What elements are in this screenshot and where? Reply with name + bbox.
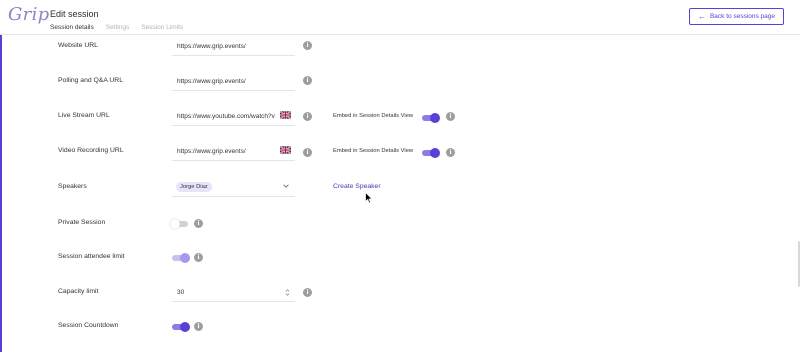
info-icon[interactable]: i xyxy=(446,148,455,157)
capacity-limit-value: 30 xyxy=(177,289,185,296)
attendee-limit-label: Session attendee limit xyxy=(58,253,125,260)
speakers-row: Speakers Jorge Diaz Create Speaker xyxy=(0,178,800,198)
session-countdown-toggle[interactable] xyxy=(172,322,190,332)
live-stream-url-input[interactable]: https://www.youtube.com/watch?v xyxy=(172,107,295,126)
mouse-cursor-icon xyxy=(365,192,373,204)
attendee-limit-toggle[interactable] xyxy=(172,253,190,263)
polling-url-input[interactable]: https://www.grip.events/ xyxy=(172,72,295,91)
website-url-row: Website URL https://www.grip.events/ i xyxy=(0,37,800,57)
private-session-label: Private Session xyxy=(58,219,106,226)
embed-video-recording-toggle[interactable] xyxy=(422,148,440,158)
toggle-knob xyxy=(180,322,190,332)
info-icon[interactable]: i xyxy=(303,76,312,85)
uk-flag-icon xyxy=(280,111,291,119)
info-icon[interactable]: i xyxy=(303,112,312,121)
info-icon[interactable]: i xyxy=(194,219,203,228)
info-icon[interactable]: i xyxy=(303,148,312,157)
embed-live-stream-toggle[interactable] xyxy=(422,113,440,123)
number-stepper-icon[interactable] xyxy=(285,288,290,297)
info-icon[interactable]: i xyxy=(194,322,203,331)
private-session-row: Private Session i xyxy=(0,214,800,234)
video-recording-url-input[interactable]: https://www.grip.events/ xyxy=(172,142,295,161)
live-stream-url-label: Live Stream URL xyxy=(58,112,110,119)
speakers-label: Speakers xyxy=(58,183,87,190)
video-recording-url-row: Video Recording URL https://www.grip.eve… xyxy=(0,142,800,162)
website-url-input[interactable]: https://www.grip.events/ xyxy=(172,37,295,56)
capacity-limit-input[interactable]: 30 xyxy=(172,283,295,302)
attendee-limit-row: Session attendee limit i xyxy=(0,248,800,268)
capacity-limit-label: Capacity limit xyxy=(58,288,99,295)
info-icon[interactable]: i xyxy=(446,112,455,121)
info-icon[interactable]: i xyxy=(194,253,203,262)
speakers-select[interactable]: Jorge Diaz xyxy=(172,178,295,197)
polling-url-label: Polling and Q&A URL xyxy=(58,77,123,84)
toggle-knob xyxy=(430,148,440,158)
private-session-toggle[interactable] xyxy=(170,219,188,229)
live-stream-url-value: https://www.youtube.com/watch?v xyxy=(177,113,275,120)
toggle-knob xyxy=(430,113,440,123)
info-icon[interactable]: i xyxy=(303,288,312,297)
toggle-knob xyxy=(180,253,190,263)
uk-flag-icon xyxy=(280,146,291,154)
info-icon[interactable]: i xyxy=(303,41,312,50)
session-countdown-row: Session Countdown i xyxy=(0,317,800,337)
website-url-label: Website URL xyxy=(58,42,98,49)
chevron-down-icon[interactable] xyxy=(283,183,289,189)
embed-video-recording-label: Embed in Session Details View xyxy=(333,148,414,154)
live-stream-url-row: Live Stream URL https://www.youtube.com/… xyxy=(0,107,800,127)
capacity-limit-row: Capacity limit 30 i xyxy=(0,283,800,303)
embed-live-stream-label: Embed in Session Details View xyxy=(333,113,414,119)
session-form: Website URL https://www.grip.events/ i P… xyxy=(0,0,800,352)
session-countdown-label: Session Countdown xyxy=(58,322,119,329)
create-speaker-link[interactable]: Create Speaker xyxy=(333,183,381,190)
polling-url-row: Polling and Q&A URL https://www.grip.eve… xyxy=(0,72,800,92)
video-recording-url-value: https://www.grip.events/ xyxy=(177,148,246,155)
video-recording-url-label: Video Recording URL xyxy=(58,147,124,154)
speaker-chip[interactable]: Jorge Diaz xyxy=(176,182,212,192)
toggle-knob xyxy=(170,219,180,229)
